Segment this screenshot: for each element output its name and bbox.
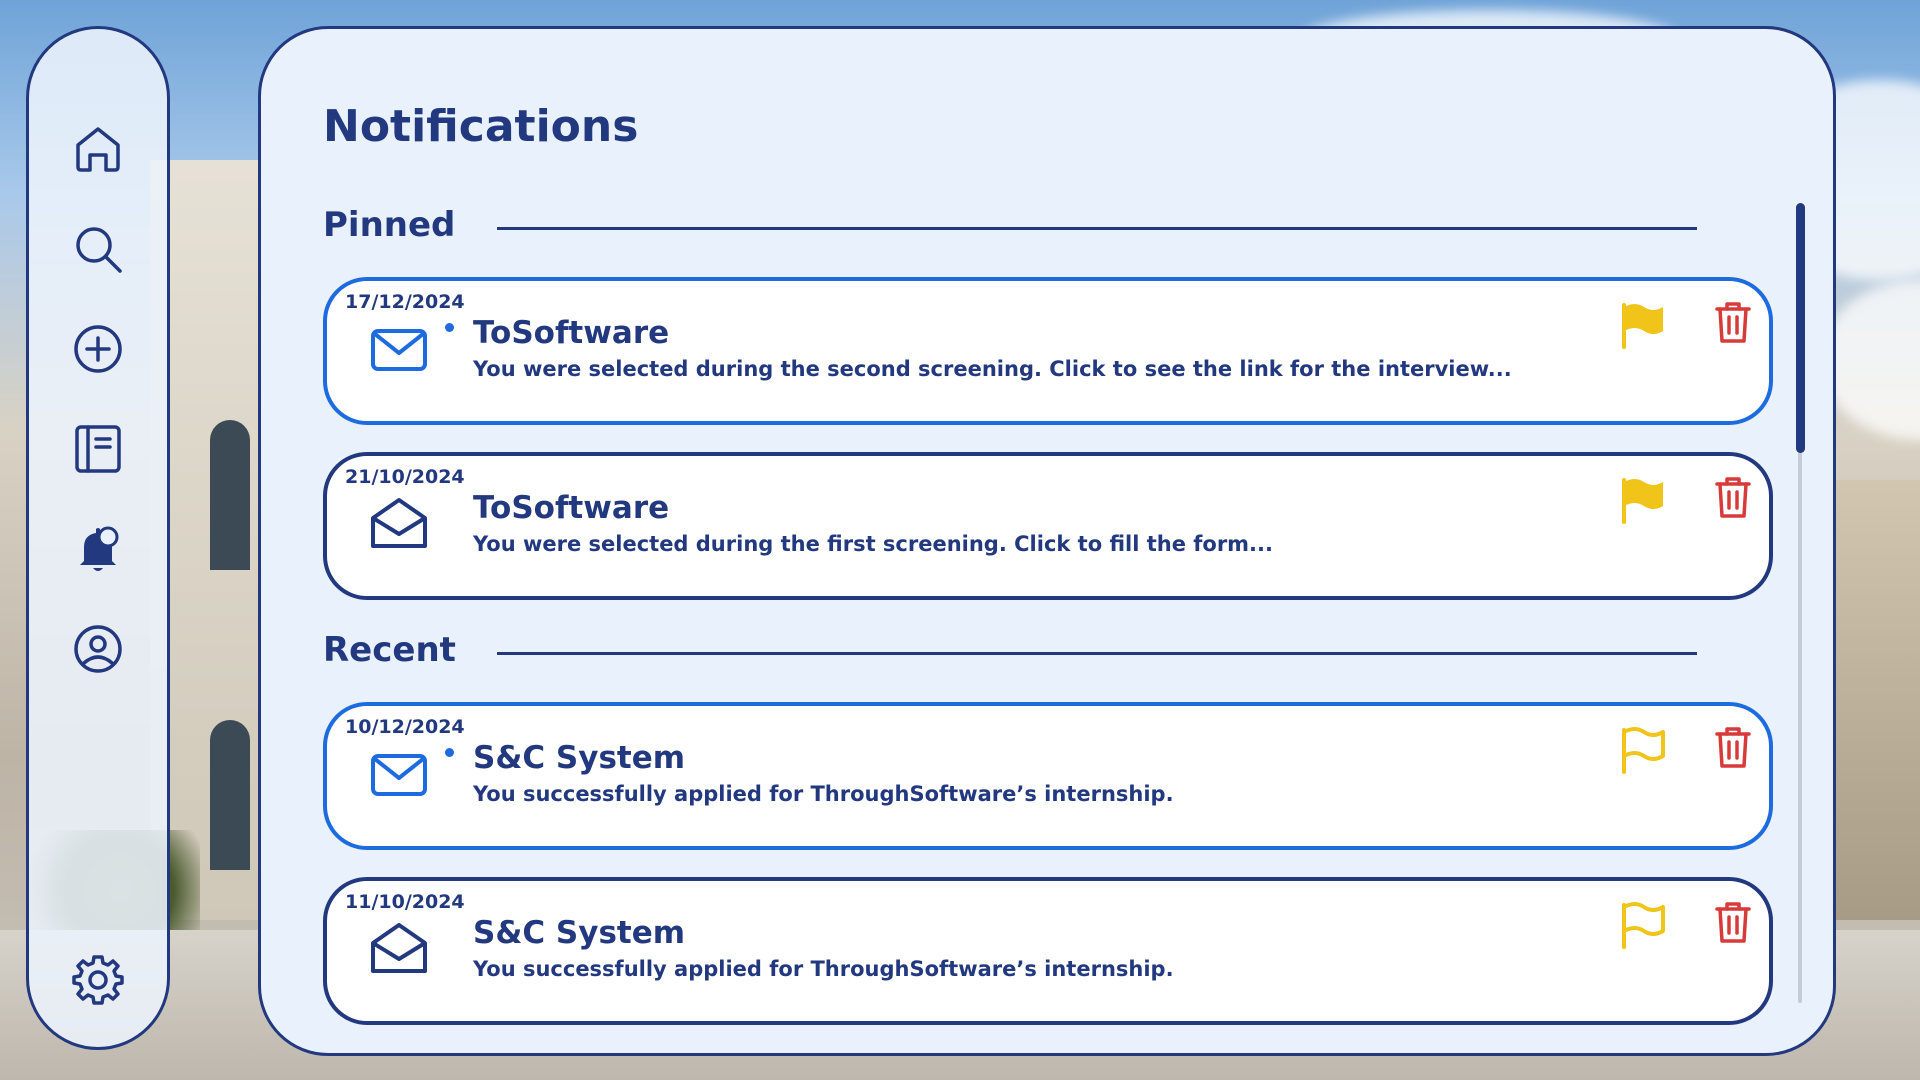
flag-outline-icon[interactable] [1619,901,1667,951]
unread-dot [445,748,454,757]
notification-date: 21/10/2024 [345,466,465,488]
flag-outline-icon[interactable] [1619,726,1667,776]
notification-sender: ToSoftware [473,490,670,526]
notification-card[interactable]: 11/10/2024 S&C System You successfully a… [323,877,1773,1025]
trash-icon[interactable] [1713,724,1753,770]
section-label-recent: Recent [323,630,456,670]
envelope-closed-icon [369,321,429,377]
notification-card[interactable]: 10/12/2024 S&C System You successfully a… [323,702,1773,850]
notification-sender: S&C System [473,915,686,951]
section-label-pinned: Pinned [323,205,456,245]
notification-sender: ToSoftware [473,315,670,351]
notifications-panel: Notifications Pinned 17/12/2024 ToSoftwa… [258,26,1836,1056]
sidebar [26,26,170,1050]
notification-message: You were selected during the second scre… [473,357,1512,381]
envelope-open-icon [369,921,429,977]
section-divider [497,652,1697,655]
notification-sender: S&C System [473,740,686,776]
notebook-icon[interactable] [72,423,124,475]
envelope-closed-icon [369,746,429,802]
flag-filled-icon[interactable] [1619,476,1667,526]
page-title: Notifications [323,101,639,152]
unread-dot [445,323,454,332]
trash-icon[interactable] [1713,299,1753,345]
home-icon[interactable] [72,123,124,175]
trash-icon[interactable] [1713,899,1753,945]
profile-icon[interactable] [72,623,124,675]
bell-icon[interactable] [72,523,124,575]
notification-date: 17/12/2024 [345,291,465,313]
notification-card[interactable]: 21/10/2024 ToSoftware You were selected … [323,452,1773,600]
notification-date: 10/12/2024 [345,716,465,738]
notification-message: You successfully applied for ThroughSoft… [473,957,1174,981]
scrollbar-thumb[interactable] [1796,203,1805,453]
notification-message: You successfully applied for ThroughSoft… [473,782,1174,806]
notification-message: You were selected during the first scree… [473,532,1273,556]
notification-date: 11/10/2024 [345,891,465,913]
notification-card[interactable]: 17/12/2024 ToSoftware You were selected … [323,277,1773,425]
trash-icon[interactable] [1713,474,1753,520]
settings-icon[interactable] [72,953,124,1005]
flag-filled-icon[interactable] [1619,301,1667,351]
envelope-open-icon [369,496,429,552]
section-divider [497,227,1697,230]
search-icon[interactable] [72,223,124,275]
add-icon[interactable] [72,323,124,375]
